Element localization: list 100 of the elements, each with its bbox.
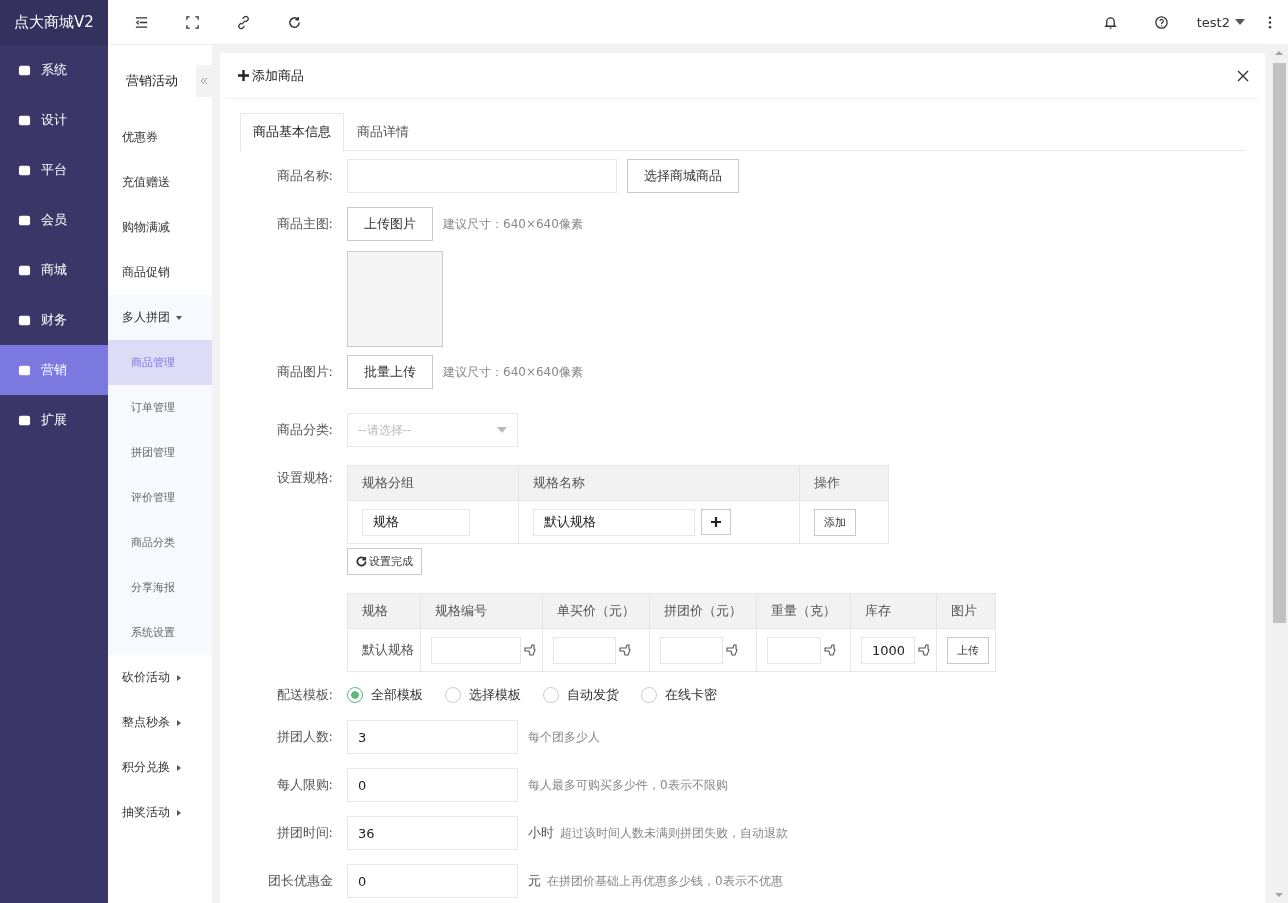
sub-nav-child[interactable]: 拼团管理 (108, 430, 212, 475)
hand-icon[interactable] (824, 644, 836, 656)
hint-text: 超过该时间人数未满则拼团失败，自动退款 (560, 824, 788, 842)
hint-text: 在拼团价基础上再优惠多少钱，0表示不优惠 (547, 872, 783, 890)
radio-option[interactable]: 自动发货 (543, 686, 619, 704)
sub-nav-item[interactable]: 购物满减 (108, 205, 212, 250)
help-icon[interactable] (1153, 14, 1169, 30)
select-product-button[interactable]: 选择商城商品 (627, 159, 739, 193)
link-icon[interactable] (236, 14, 251, 30)
sub-nav-item[interactable]: 充值赠送 (108, 160, 212, 205)
input-field[interactable]: 默认规格 (533, 508, 695, 536)
radio-option[interactable]: 在线卡密 (641, 686, 717, 704)
sub-nav-item[interactable]: 优惠券 (108, 115, 212, 160)
plus-icon (711, 517, 721, 527)
column-header: 拼团价（元） (649, 593, 757, 629)
radio-button[interactable] (347, 687, 363, 703)
radio-option[interactable]: 全部模板 (347, 686, 423, 704)
upload-button[interactable]: 上传图片 (347, 207, 433, 241)
brand-title: 点大商城V2 (0, 0, 108, 45)
input-field[interactable] (347, 159, 617, 193)
input-field[interactable] (553, 636, 616, 664)
input-field[interactable]: 规格 (362, 508, 470, 536)
field-label: 拼团人数: (275, 728, 334, 746)
sub-nav-child[interactable]: 分享海报 (108, 565, 212, 610)
nav-icon (18, 313, 31, 327)
nav-item[interactable]: 设计 (0, 95, 108, 145)
more-icon[interactable] (1268, 14, 1272, 30)
sub-nav-group[interactable]: 整点秒杀 (108, 700, 212, 745)
caret-icon (175, 673, 183, 682)
tab[interactable]: 商品基本信息 (240, 113, 344, 152)
field-label: 团长优惠金 (267, 872, 334, 890)
input-field[interactable]: 0 (347, 768, 518, 802)
nav-item[interactable]: 系统 (0, 45, 108, 95)
field-label: 商品主图: (275, 215, 334, 233)
user-menu[interactable]: test2 (1196, 14, 1246, 30)
add-button[interactable]: 添加 (814, 508, 856, 536)
panel-title: 添加商品 (238, 66, 304, 85)
bell-icon[interactable] (1102, 14, 1118, 30)
nav-item[interactable]: 会员 (0, 195, 108, 245)
input-field[interactable]: 0 (347, 864, 518, 898)
nav-icon (18, 213, 31, 227)
sub-nav-group[interactable]: 多人拼团 (108, 295, 212, 340)
refresh-icon (356, 556, 367, 567)
field-label: 设置规格: (275, 469, 334, 487)
nav-icon (18, 163, 31, 177)
collapse-button[interactable] (196, 65, 212, 97)
nav-icon (18, 63, 31, 77)
tab[interactable]: 商品详情 (344, 113, 422, 151)
hand-icon[interactable] (524, 644, 536, 656)
input-field[interactable] (767, 636, 821, 664)
field-label: 商品名称: (275, 167, 334, 185)
batch-upload-button[interactable]: 批量上传 (347, 355, 433, 389)
column-header: 库存 (850, 593, 937, 629)
nav-item[interactable]: 财务 (0, 295, 108, 345)
upload-button[interactable]: 上传 (947, 636, 989, 664)
caret-icon (497, 427, 507, 433)
nav-item[interactable]: 商城 (0, 245, 108, 295)
field-label: 拼团时间: (275, 824, 334, 842)
sub-nav-group[interactable]: 积分兑换 (108, 745, 212, 790)
hint-text: 每个团多少人 (528, 728, 600, 746)
radio-button[interactable] (543, 687, 559, 703)
menu-icon[interactable] (134, 14, 149, 30)
input-field[interactable]: 36 (347, 816, 518, 850)
column-header: 规格名称 (518, 465, 800, 501)
table-cell: 默认规格 (362, 642, 414, 657)
sub-nav-group[interactable]: 砍价活动 (108, 655, 212, 700)
nav-item[interactable]: 扩展 (0, 395, 108, 445)
input-field[interactable]: 3 (347, 720, 518, 754)
close-icon[interactable] (1237, 69, 1249, 82)
column-header: 规格 (347, 593, 421, 629)
nav-item[interactable]: 营销 (0, 345, 108, 395)
nav-icon (18, 113, 31, 127)
sub-nav-child[interactable]: 商品分类 (108, 520, 212, 565)
hand-icon[interactable] (918, 644, 930, 656)
radio-option[interactable]: 选择模板 (445, 686, 521, 704)
nav-item[interactable]: 平台 (0, 145, 108, 195)
sub-nav-item[interactable]: 商品促销 (108, 250, 212, 295)
sub-nav-child[interactable]: 订单管理 (108, 385, 212, 430)
sub-nav-child[interactable]: 系统设置 (108, 610, 212, 655)
fullscreen-icon[interactable] (185, 14, 200, 30)
hint-text: 每人最多可购买多少件，0表示不限购 (528, 776, 728, 794)
input-field[interactable] (660, 636, 723, 664)
hand-icon[interactable] (726, 644, 738, 656)
finish-button[interactable]: 设置完成 (347, 548, 422, 575)
sub-nav-child[interactable]: 评价管理 (108, 475, 212, 520)
nav-icon (18, 363, 31, 377)
input-field[interactable]: 1000 (861, 636, 915, 664)
hand-icon[interactable] (619, 644, 631, 656)
input-field[interactable] (431, 636, 521, 664)
field-label: 商品图片: (275, 363, 334, 381)
plus-icon (238, 70, 249, 81)
unit-text: 小时 (528, 824, 554, 842)
hint-text: 建议尺寸：640×640像素 (443, 363, 583, 381)
field-label: 配送模板: (275, 686, 334, 704)
column-header: 单买价（元） (542, 593, 650, 629)
sub-nav-group[interactable]: 抽奖活动 (108, 790, 212, 835)
column-header: 图片 (936, 593, 996, 629)
add-button[interactable] (701, 509, 731, 535)
nav-icon (18, 413, 31, 427)
refresh-icon[interactable] (287, 14, 302, 30)
